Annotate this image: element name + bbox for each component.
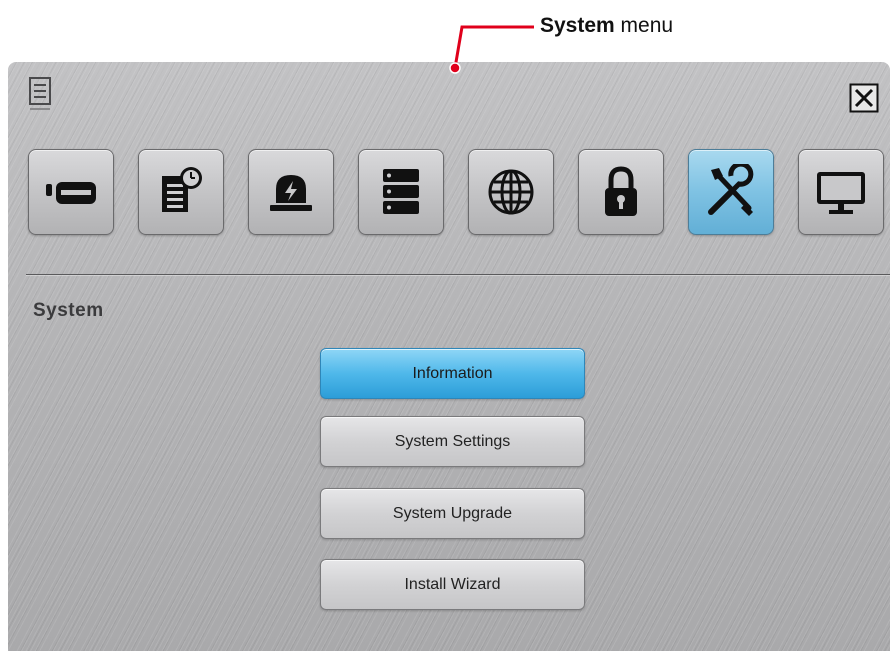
system-upgrade-button[interactable]: System Upgrade (320, 488, 585, 539)
tab-security[interactable] (578, 149, 664, 235)
network-globe-icon (488, 169, 534, 215)
tab-record[interactable] (138, 149, 224, 235)
record-schedule-icon (162, 167, 202, 212)
tab-alarm[interactable] (248, 149, 334, 235)
callout-bold-text: System (540, 14, 615, 37)
document-icon[interactable] (28, 76, 54, 119)
information-button[interactable]: Information (320, 348, 585, 399)
tools-icon (708, 164, 754, 216)
tab-system[interactable] (688, 149, 774, 235)
close-button[interactable] (849, 83, 879, 113)
storage-icon (383, 169, 419, 214)
system-panel: System Information System Settings Syste… (8, 62, 890, 651)
tab-camera[interactable] (28, 149, 114, 235)
tab-storage[interactable] (358, 149, 444, 235)
camera-icon (46, 182, 96, 204)
install-wizard-button[interactable]: Install Wizard (320, 559, 585, 610)
section-divider (26, 274, 890, 276)
tab-network[interactable] (468, 149, 554, 235)
system-settings-button[interactable]: System Settings (320, 416, 585, 467)
alarm-icon (270, 175, 312, 211)
callout-label: System menu (540, 14, 673, 38)
tab-display[interactable] (798, 149, 884, 235)
lock-icon (605, 166, 637, 216)
section-title: System (33, 300, 104, 321)
display-monitor-icon (817, 172, 865, 214)
close-icon (849, 83, 879, 113)
callout-rest-text: menu (614, 14, 674, 37)
